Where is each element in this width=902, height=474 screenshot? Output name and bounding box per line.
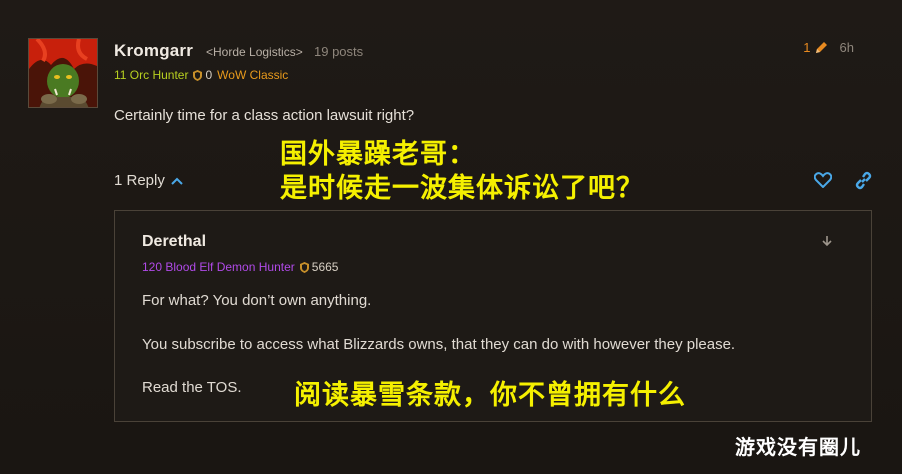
- post-guild[interactable]: <Horde Logistics>: [206, 45, 303, 59]
- caption-line-1: 国外暴躁老哥：: [280, 139, 476, 170]
- post-author[interactable]: Kromgarr: [114, 41, 193, 61]
- caption-bottom: 阅读暴雪条款，你不曾拥有什么: [294, 380, 686, 411]
- edit-info[interactable]: 1 6h: [803, 40, 854, 55]
- author-class: 11 Orc Hunter: [114, 68, 189, 82]
- replies-toggle[interactable]: 1 Reply: [114, 172, 183, 189]
- watermark: 游戏没有圈儿: [735, 435, 861, 459]
- achievement-value: 0: [205, 68, 213, 82]
- reply-author-class: 120 Blood Elf Demon Hunter: [142, 260, 295, 274]
- chevron-up-icon: [171, 177, 183, 185]
- achievement-shield-icon: [193, 69, 203, 81]
- avatar-orc: [29, 39, 97, 107]
- link-icon[interactable]: [854, 171, 873, 190]
- post-body: Certainly time for a class action lawsui…: [114, 107, 415, 124]
- reply-line-3: Read the TOS.: [142, 379, 242, 396]
- edit-pencil-icon: [815, 42, 827, 53]
- heart-icon[interactable]: [814, 172, 832, 188]
- game-tag[interactable]: WoW Classic: [217, 68, 288, 82]
- edit-count: 1: [803, 40, 811, 55]
- post-author-meta: 11 Orc Hunter 0 WoW Classic: [114, 68, 288, 82]
- caption-line-2: 是时候走一波集体诉讼了吧？: [280, 173, 644, 204]
- reply-line-2: You subscribe to access what Blizzards o…: [142, 336, 736, 353]
- replies-label: 1 Reply: [114, 172, 165, 189]
- forum-thread: Kromgarr <Horde Logistics> 19 posts 11 O…: [0, 0, 902, 474]
- achievement-shield-icon: [299, 261, 309, 273]
- avatar[interactable]: [28, 38, 98, 108]
- post-count: 19 posts: [314, 44, 364, 59]
- reply-achievement-value: 5665: [311, 260, 339, 274]
- arrow-down-icon[interactable]: [821, 235, 833, 247]
- reply-author-meta: 120 Blood Elf Demon Hunter 5665: [142, 260, 338, 274]
- post-time[interactable]: 6h: [840, 40, 854, 55]
- reply-author[interactable]: Derethal: [142, 233, 206, 251]
- reply-line-1: For what? You don’t own anything.: [142, 292, 372, 309]
- reply-achievement-points: 5665: [299, 260, 339, 274]
- achievement-points: 0: [193, 68, 212, 82]
